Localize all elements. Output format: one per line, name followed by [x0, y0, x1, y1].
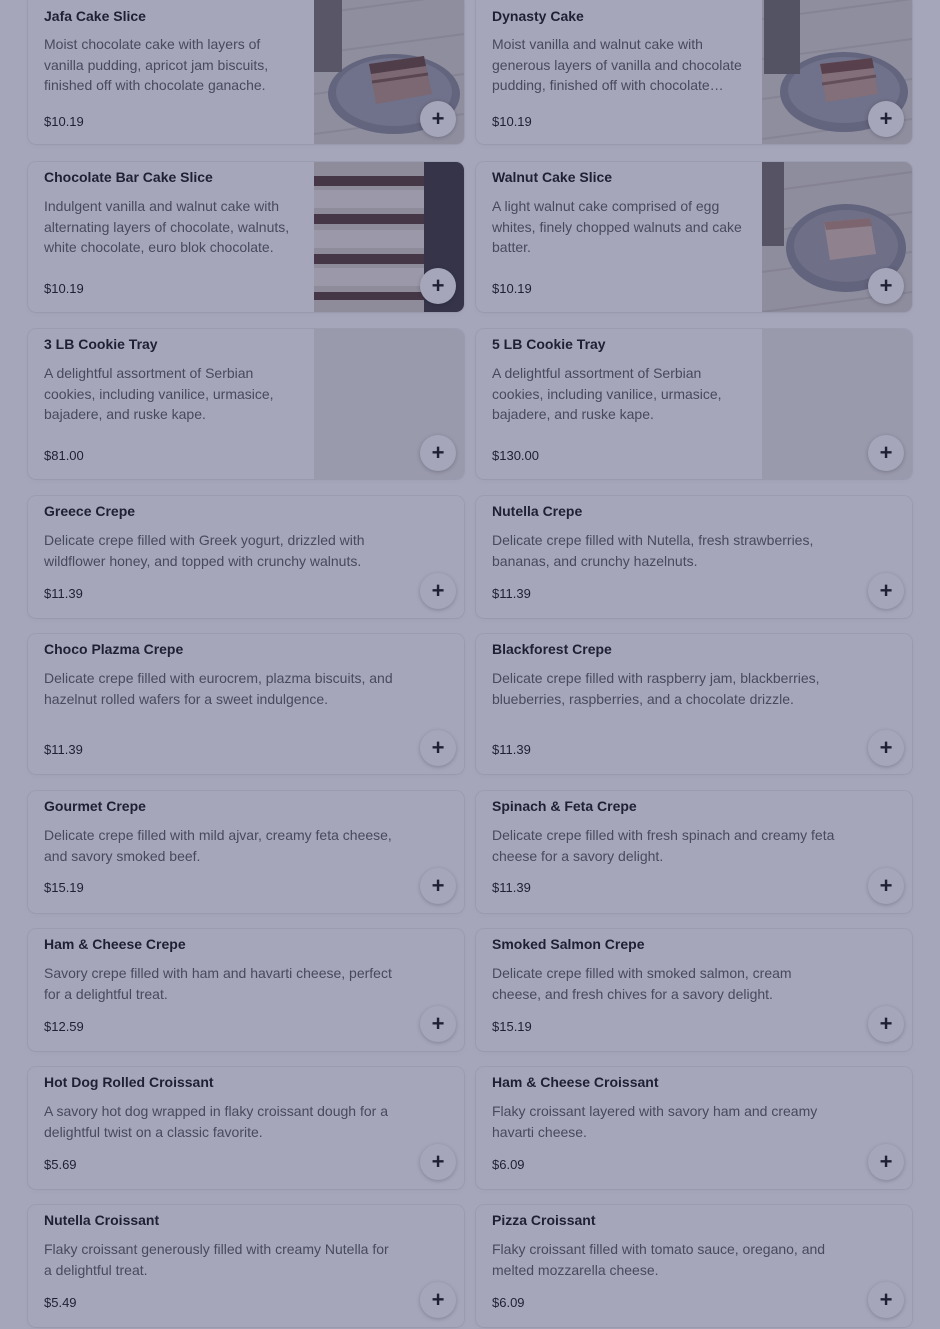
- modal-backdrop-overlay[interactable]: [0, 0, 940, 1329]
